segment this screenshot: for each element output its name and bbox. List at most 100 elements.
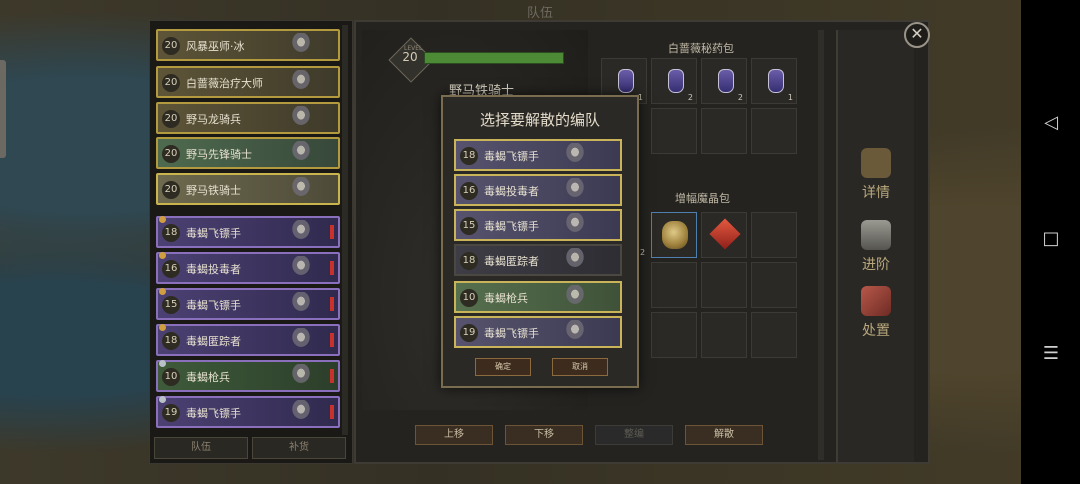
roster-scrollbar[interactable] bbox=[342, 25, 348, 435]
unit-portrait bbox=[286, 33, 316, 59]
squad-option[interactable]: 18 毒蝎匿踪者 bbox=[454, 244, 622, 276]
roster-item[interactable]: 20 白蔷薇治疗大师 bbox=[156, 66, 340, 98]
rank-medal-icon bbox=[159, 360, 166, 367]
health-bar bbox=[424, 52, 564, 64]
menu-icon[interactable]: ☰ bbox=[1040, 343, 1062, 365]
advance-button[interactable]: 进阶 bbox=[838, 220, 914, 274]
unit-level: 20 bbox=[402, 50, 418, 64]
unit-portrait bbox=[286, 106, 316, 132]
details-button[interactable]: 详情 bbox=[838, 148, 914, 202]
rank-medal-icon bbox=[159, 252, 166, 259]
unit-portrait bbox=[560, 178, 590, 204]
flag-icon bbox=[861, 286, 891, 316]
alert-icon bbox=[330, 405, 334, 419]
level-badge: 20 bbox=[162, 145, 180, 163]
potion-slot[interactable]: 1 bbox=[751, 58, 797, 104]
roster-item-name: 毒蝎飞镖手 bbox=[186, 407, 241, 420]
squad-option[interactable]: 19 毒蝎飞镖手 bbox=[454, 316, 622, 348]
level-badge: 20 bbox=[162, 37, 180, 55]
close-button[interactable]: ✕ bbox=[904, 22, 930, 48]
item-count: 1 bbox=[787, 93, 793, 102]
roster-item[interactable]: 16 毒蝎投毒者 bbox=[156, 252, 340, 284]
empty-slot[interactable] bbox=[651, 262, 697, 308]
squad-option[interactable]: 15 毒蝎飞镖手 bbox=[454, 209, 622, 241]
unit-portrait bbox=[560, 248, 590, 274]
screen-title: 队伍 bbox=[526, 6, 553, 21]
roster-item[interactable]: 18 毒蝎飞镖手 bbox=[156, 216, 340, 248]
confirm-button[interactable]: 确定 bbox=[475, 358, 531, 376]
details-label: 详情 bbox=[862, 185, 890, 201]
potion-slot[interactable]: 2 bbox=[701, 58, 747, 104]
tab-resupply[interactable]: 补货 bbox=[252, 437, 346, 459]
roster-item[interactable]: 20 野马先锋骑士 bbox=[156, 137, 340, 169]
roster-item-name: 毒蝎投毒者 bbox=[186, 263, 241, 276]
squad-name: 毒蝎飞镖手 bbox=[484, 150, 539, 163]
roster-item[interactable]: 10 毒蝎枪兵 bbox=[156, 360, 340, 392]
roster-item-name: 毒蝎飞镖手 bbox=[186, 227, 241, 240]
disband-dialog: 选择要解散的编队 18 毒蝎飞镖手 16 毒蝎投毒者 15 毒蝎飞镖手 18 毒… bbox=[441, 95, 639, 388]
unit-portrait bbox=[286, 400, 316, 426]
potion-slot[interactable]: 2 bbox=[651, 58, 697, 104]
cancel-button[interactable]: 取消 bbox=[552, 358, 608, 376]
move-down-button[interactable]: 下移 bbox=[505, 425, 583, 445]
level-badge: 10 bbox=[460, 289, 478, 307]
roster-item[interactable]: 19 毒蝎飞镖手 bbox=[156, 396, 340, 428]
empty-slot[interactable] bbox=[751, 108, 797, 154]
alert-icon bbox=[330, 297, 334, 311]
back-icon[interactable]: ◁ bbox=[1040, 112, 1062, 134]
roster-item-name: 毒蝎匿踪者 bbox=[186, 335, 241, 348]
unit-portrait bbox=[286, 328, 316, 354]
reorganize-button[interactable]: 整编 bbox=[595, 425, 673, 445]
move-up-button[interactable]: 上移 bbox=[415, 425, 493, 445]
red-crystal-icon bbox=[709, 218, 741, 250]
squad-name: 毒蝎投毒者 bbox=[484, 185, 539, 198]
level-badge: 20 bbox=[162, 74, 180, 92]
crystal-slot[interactable] bbox=[701, 212, 747, 258]
edge-handle[interactable] bbox=[0, 60, 6, 158]
home-icon[interactable]: □ bbox=[1040, 228, 1062, 250]
disband-button[interactable]: 解散 bbox=[685, 425, 763, 445]
unit-portrait bbox=[286, 141, 316, 167]
alert-icon bbox=[330, 333, 334, 347]
dispose-button[interactable]: 处置 bbox=[838, 286, 914, 340]
level-badge: 16 bbox=[162, 260, 180, 278]
empty-slot[interactable] bbox=[751, 262, 797, 308]
unit-portrait bbox=[286, 256, 316, 282]
advance-label: 进阶 bbox=[862, 257, 890, 273]
roster-item[interactable]: 15 毒蝎飞镖手 bbox=[156, 288, 340, 320]
roster-item[interactable]: 20 风暴巫师·冰 bbox=[156, 29, 340, 61]
empty-slot[interactable] bbox=[701, 312, 747, 358]
level-badge: 18 bbox=[162, 332, 180, 350]
level-badge: 18 bbox=[460, 252, 478, 270]
crystal-bag-title: 增幅魔晶包 bbox=[675, 192, 730, 205]
crystal-slot[interactable] bbox=[651, 212, 697, 258]
empty-slot[interactable] bbox=[751, 312, 797, 358]
rank-medal-icon bbox=[159, 324, 166, 331]
potion-icon bbox=[618, 69, 634, 93]
squad-option[interactable]: 16 毒蝎投毒者 bbox=[454, 174, 622, 206]
roster-tabs: 队伍 补货 bbox=[154, 437, 348, 459]
roster-item-selected[interactable]: 20 野马铁骑士 bbox=[156, 173, 340, 205]
unit-portrait bbox=[560, 320, 590, 346]
empty-slot[interactable] bbox=[701, 108, 747, 154]
side-menu: 详情 进阶 处置 bbox=[836, 30, 914, 462]
squad-name: 毒蝎飞镖手 bbox=[484, 220, 539, 233]
empty-slot[interactable] bbox=[701, 262, 747, 308]
roster-panel: 20 风暴巫师·冰 20 白蔷薇治疗大师 20 野马龙骑兵 20 野马先锋骑士 … bbox=[149, 20, 353, 464]
squad-option[interactable]: 10 毒蝎枪兵 bbox=[454, 281, 622, 313]
squad-option[interactable]: 18 毒蝎飞镖手 bbox=[454, 139, 622, 171]
tab-team[interactable]: 队伍 bbox=[154, 437, 248, 459]
level-badge: 18 bbox=[460, 147, 478, 165]
roster-item-name: 风暴巫师·冰 bbox=[186, 40, 245, 53]
roster-item[interactable]: 18 毒蝎匿踪者 bbox=[156, 324, 340, 356]
level-badge: 19 bbox=[162, 404, 180, 422]
roster-item-name: 毒蝎飞镖手 bbox=[186, 299, 241, 312]
roster-item[interactable]: 20 野马龙骑兵 bbox=[156, 102, 340, 134]
empty-slot[interactable] bbox=[651, 312, 697, 358]
dispose-label: 处置 bbox=[862, 323, 890, 339]
empty-slot[interactable] bbox=[751, 212, 797, 258]
armor-icon bbox=[861, 220, 891, 250]
level-badge: 20 bbox=[162, 181, 180, 199]
empty-slot[interactable] bbox=[651, 108, 697, 154]
level-badge: 15 bbox=[460, 217, 478, 235]
